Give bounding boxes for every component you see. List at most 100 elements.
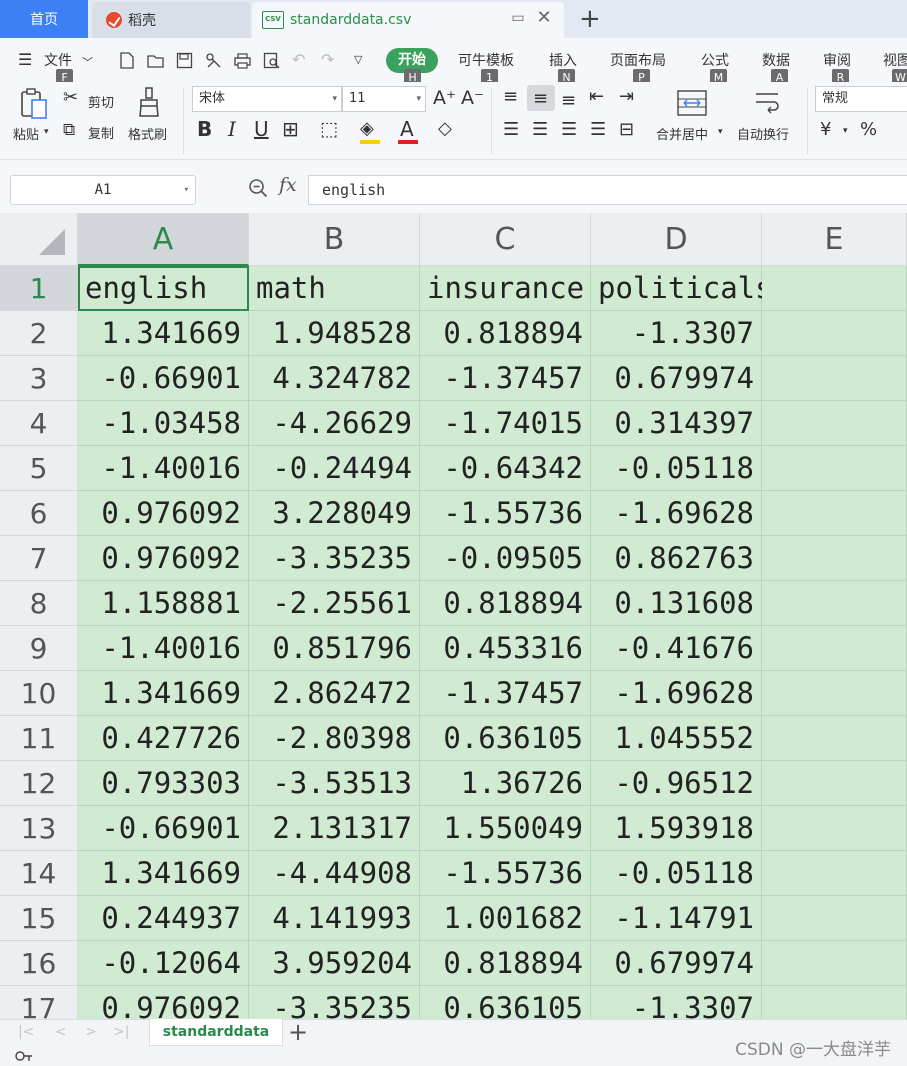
decrease-font-icon[interactable]: A⁻: [461, 88, 484, 108]
cell-b5[interactable]: -0.24494: [249, 446, 420, 491]
next-sheet-icon[interactable]: >: [85, 1024, 97, 1040]
row-header-12[interactable]: 12: [0, 761, 78, 806]
cell-e11[interactable]: [762, 716, 907, 761]
row-header-14[interactable]: 14: [0, 851, 78, 896]
cell-e9[interactable]: [762, 626, 907, 671]
add-sheet-button[interactable]: +: [288, 1018, 308, 1046]
cell-a14[interactable]: 1.341669: [78, 851, 249, 896]
cell-b8[interactable]: -2.25561: [249, 581, 420, 626]
cell-e4[interactable]: [762, 401, 907, 446]
currency-icon[interactable]: ¥: [820, 120, 831, 140]
percent-icon[interactable]: %: [860, 120, 877, 140]
formula-input[interactable]: english: [308, 175, 907, 205]
paste-dropdown-icon[interactable]: ▾: [44, 127, 49, 137]
cell-d6[interactable]: -1.69628: [591, 491, 762, 536]
row-header-10[interactable]: 10: [0, 671, 78, 716]
menu-review[interactable]: 审阅: [823, 50, 851, 70]
undo-icon[interactable]: ↶: [292, 50, 305, 69]
column-header-e[interactable]: E: [762, 213, 907, 266]
column-header-c[interactable]: C: [420, 213, 591, 266]
cell-a10[interactable]: 1.341669: [78, 671, 249, 716]
print-preview-icon[interactable]: [263, 52, 280, 69]
sheet-tab-standarddata[interactable]: standarddata: [149, 1019, 283, 1046]
border-icon[interactable]: ⊞: [282, 119, 299, 139]
row-header-15[interactable]: 15: [0, 896, 78, 941]
cell-e10[interactable]: [762, 671, 907, 716]
cell-d3[interactable]: 0.679974: [591, 356, 762, 401]
select-all-corner[interactable]: [0, 213, 78, 266]
cell-b3[interactable]: 4.324782: [249, 356, 420, 401]
cell-b9[interactable]: 0.851796: [249, 626, 420, 671]
cell-b2[interactable]: 1.948528: [249, 311, 420, 356]
cell-c3[interactable]: -1.37457: [420, 356, 591, 401]
cell-d11[interactable]: 1.045552: [591, 716, 762, 761]
cell-a13[interactable]: -0.66901: [78, 806, 249, 851]
print-icon[interactable]: [234, 52, 251, 69]
cell-e15[interactable]: [762, 896, 907, 941]
italic-icon[interactable]: I: [228, 119, 236, 139]
cell-e13[interactable]: [762, 806, 907, 851]
cell-c8[interactable]: 0.818894: [420, 581, 591, 626]
cell-d4[interactable]: 0.314397: [591, 401, 762, 446]
cell-d1[interactable]: politicals: [591, 266, 773, 311]
row-header-5[interactable]: 5: [0, 446, 78, 491]
save-icon[interactable]: [176, 52, 193, 69]
bold-icon[interactable]: B: [197, 119, 212, 139]
cell-e2[interactable]: [762, 311, 907, 356]
menu-view[interactable]: 视图: [883, 50, 907, 70]
underline-icon[interactable]: U: [254, 119, 269, 139]
cell-b7[interactable]: -3.35235: [249, 536, 420, 581]
currency-dropdown-icon[interactable]: ▾: [843, 126, 848, 136]
cell-c9[interactable]: 0.453316: [420, 626, 591, 671]
cell-c7[interactable]: -0.09505: [420, 536, 591, 581]
row-header-11[interactable]: 11: [0, 716, 78, 761]
cell-c5[interactable]: -0.64342: [420, 446, 591, 491]
zoom-formula-icon[interactable]: [248, 178, 268, 198]
cell-a16[interactable]: -0.12064: [78, 941, 249, 986]
cell-e14[interactable]: [762, 851, 907, 896]
last-sheet-icon[interactable]: >|: [113, 1024, 129, 1040]
wrap-text-icon[interactable]: [752, 90, 782, 116]
menu-page-layout[interactable]: 页面布局: [610, 50, 666, 70]
cell-b6[interactable]: 3.228049: [249, 491, 420, 536]
tab-home[interactable]: 首页: [0, 0, 88, 38]
cell-a1[interactable]: english: [78, 266, 249, 311]
cell-c4[interactable]: -1.74015: [420, 401, 591, 446]
cell-c1[interactable]: insurance: [420, 266, 591, 311]
row-header-3[interactable]: 3: [0, 356, 78, 401]
chevron-down-icon[interactable]: ﹀: [82, 54, 93, 70]
cell-e17[interactable]: [762, 986, 907, 1019]
column-header-d[interactable]: D: [591, 213, 762, 266]
cell-b4[interactable]: -4.26629: [249, 401, 420, 446]
tab-wps-docer[interactable]: 稻壳: [92, 2, 250, 38]
cell-a12[interactable]: 0.793303: [78, 761, 249, 806]
cell-e16[interactable]: [762, 941, 907, 986]
cell-a8[interactable]: 1.158881: [78, 581, 249, 626]
align-right-icon[interactable]: ☰: [561, 120, 577, 140]
row-header-8[interactable]: 8: [0, 581, 78, 626]
decrease-indent-icon[interactable]: ⇤: [589, 87, 604, 107]
column-header-b[interactable]: B: [249, 213, 420, 266]
cell-c2[interactable]: 0.818894: [420, 311, 591, 356]
paste-label[interactable]: 粘贴: [13, 124, 39, 143]
cell-e1[interactable]: [762, 266, 907, 311]
export-icon[interactable]: [205, 52, 222, 69]
chevron-down-icon[interactable]: ▾: [184, 176, 189, 204]
cell-d8[interactable]: 0.131608: [591, 581, 762, 626]
cell-b17[interactable]: -3.35235: [249, 986, 420, 1019]
cell-d17[interactable]: -1.3307: [591, 986, 762, 1019]
merge-center-icon[interactable]: [677, 90, 707, 116]
cell-a17[interactable]: 0.976092: [78, 986, 249, 1019]
new-tab-button[interactable]: +: [579, 4, 601, 34]
menu-file[interactable]: 文件: [44, 50, 72, 70]
row-header-7[interactable]: 7: [0, 536, 78, 581]
cell-c15[interactable]: 1.001682: [420, 896, 591, 941]
cell-e12[interactable]: [762, 761, 907, 806]
cell-a15[interactable]: 0.244937: [78, 896, 249, 941]
open-folder-icon[interactable]: [147, 52, 164, 69]
clear-format-icon[interactable]: ◇: [438, 119, 452, 139]
menu-insert[interactable]: 插入: [549, 50, 577, 70]
cell-c13[interactable]: 1.550049: [420, 806, 591, 851]
align-top-icon[interactable]: ≡: [503, 87, 518, 107]
cell-b13[interactable]: 2.131317: [249, 806, 420, 851]
